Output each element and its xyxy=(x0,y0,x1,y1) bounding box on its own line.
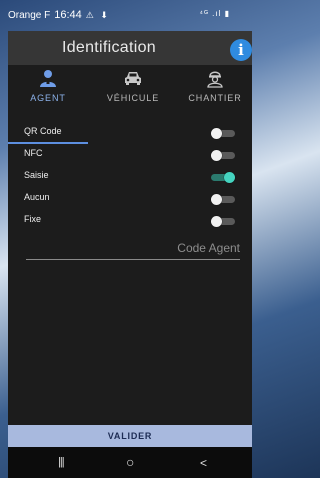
carrier-name: Orange F xyxy=(8,9,51,21)
home-button[interactable]: ○ xyxy=(126,454,134,470)
car-icon xyxy=(88,68,178,93)
toggle-knob xyxy=(211,150,222,161)
qr-code-toggle[interactable] xyxy=(211,128,235,139)
option-row-saisie: Saisie xyxy=(8,167,252,187)
nfc-toggle[interactable] xyxy=(211,150,235,161)
clock: 16:44 xyxy=(54,9,82,21)
info-icon[interactable]: i xyxy=(230,39,252,61)
code-agent-input[interactable] xyxy=(26,239,240,257)
page-title: Identification xyxy=(61,39,157,56)
tab-agent-label: AGENT xyxy=(30,93,66,103)
title-bar: Identification i xyxy=(8,31,252,65)
toggle-knob xyxy=(224,172,235,183)
person-icon xyxy=(8,68,88,93)
tab-chantier-label: CHANTIER xyxy=(188,93,242,103)
recents-button[interactable]: ||| xyxy=(58,456,65,468)
tab-vehicule-label: VÉHICULE xyxy=(106,93,160,103)
worker-icon xyxy=(178,68,252,93)
validate-button[interactable]: VALIDER xyxy=(8,425,252,447)
fixe-toggle[interactable] xyxy=(211,216,235,227)
option-row-nfc: NFC xyxy=(8,145,252,165)
saisie-toggle[interactable] xyxy=(211,172,235,183)
back-button[interactable]: < xyxy=(200,456,207,470)
code-agent-field xyxy=(26,239,240,260)
tab-vehicule[interactable]: VÉHICULE xyxy=(88,65,178,111)
toggle-knob xyxy=(211,194,222,205)
option-label: Aucun xyxy=(24,192,50,202)
option-label: Fixe xyxy=(24,214,42,224)
toggle-knob xyxy=(211,216,222,227)
aucun-toggle[interactable] xyxy=(211,194,235,205)
tab-chantier[interactable]: CHANTIER xyxy=(178,65,252,111)
status-bar: Orange F 16:44 ⚠ ⬇ ⁴ᴳ .ıl ▮ xyxy=(0,0,252,30)
toggle-knob xyxy=(211,128,222,139)
option-row-fixe: Fixe xyxy=(8,211,252,231)
option-label: NFC xyxy=(24,148,43,158)
tab-agent[interactable]: AGENT xyxy=(8,65,88,111)
option-row-qr-code: QR Code xyxy=(8,123,252,143)
option-label: QR Code xyxy=(24,126,62,136)
tab-bar: AGENT VÉHICULE CHANTIER xyxy=(8,65,252,144)
option-label: Saisie xyxy=(24,170,49,180)
app-screen: Identification i AGENT VÉHICULE CHANTIER… xyxy=(8,31,252,477)
signal-battery-icons: ⁴ᴳ .ıl ▮ xyxy=(199,9,230,18)
option-row-aucun: Aucun xyxy=(8,189,252,209)
notification-icons: ⚠ ⬇ xyxy=(85,9,110,20)
system-nav-bar: ||| ○ < xyxy=(8,447,252,478)
